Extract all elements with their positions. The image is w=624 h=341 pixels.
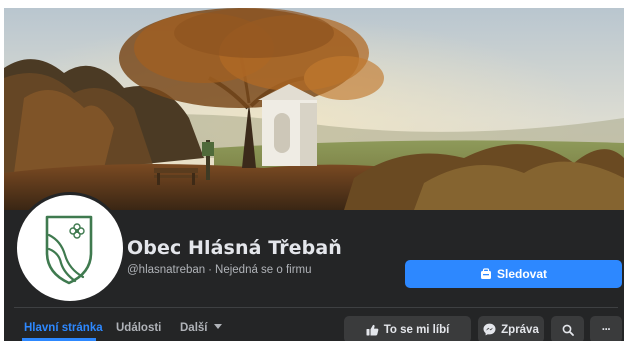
messenger-icon <box>483 323 496 336</box>
tab-events[interactable]: Události <box>116 322 161 334</box>
like-button-label: To se mi líbí <box>383 323 450 336</box>
follow-icon <box>480 268 491 279</box>
cover-landscape-image <box>4 8 624 210</box>
thumbs-up-icon <box>366 324 379 335</box>
tab-more[interactable]: Další <box>180 322 222 334</box>
like-button[interactable]: To se mi líbí <box>344 316 471 341</box>
more-options-button[interactable]: ··· <box>590 316 622 341</box>
search-button[interactable] <box>551 316 584 341</box>
chevron-down-icon <box>213 324 222 329</box>
search-icon <box>562 324 574 336</box>
facebook-page-header: Obec Hlásná Třebaň @hlasnatreban · Nejedná… <box>0 0 624 341</box>
message-button-label: Zpráva <box>501 323 539 336</box>
follow-button[interactable]: Sledovat <box>405 260 622 288</box>
message-button[interactable]: Zpráva <box>478 316 544 341</box>
page-title[interactable]: Obec Hlásná Třebaň <box>127 237 342 259</box>
page-handle: @hlasnatreban <box>127 264 206 276</box>
profile-avatar[interactable] <box>14 192 126 304</box>
page-subtitle: @hlasnatreban · Nejedná se o firmu <box>127 264 312 276</box>
more-icon: ··· <box>601 323 611 336</box>
header-divider <box>14 307 618 308</box>
cover-photo[interactable] <box>4 8 624 210</box>
tab-home[interactable]: Hlavní stránka <box>24 322 103 334</box>
municipal-crest-icon <box>45 215 93 285</box>
follow-button-label: Sledovat <box>496 267 547 281</box>
tab-more-label: Další <box>180 322 208 334</box>
page-category: Nejedná se o firmu <box>215 264 312 276</box>
subtitle-separator: · <box>208 264 213 276</box>
